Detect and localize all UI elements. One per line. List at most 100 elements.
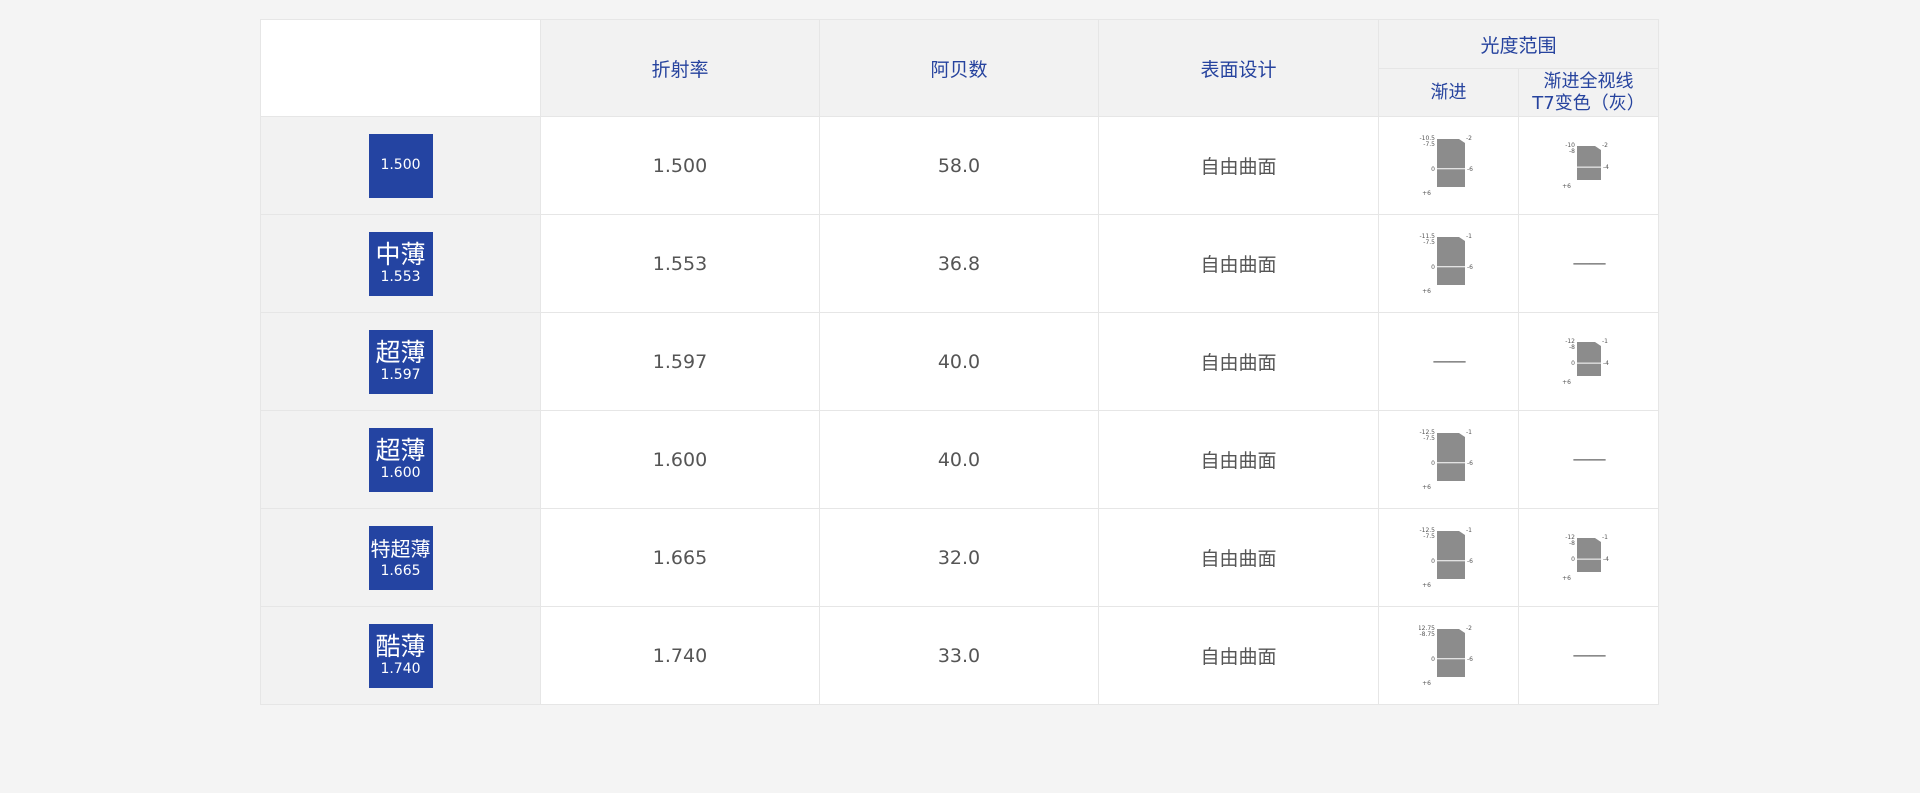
lens-badge-name: 超薄 xyxy=(375,338,426,367)
surface-design-value: 自由曲面 xyxy=(1098,410,1379,509)
range-label-zero: 0 xyxy=(1571,556,1575,563)
header-power-range: 光度范围 xyxy=(1378,19,1659,69)
range-label-right-top: -1 xyxy=(1466,429,1472,436)
header-progressive: 渐进 xyxy=(1378,68,1519,117)
lens-badge: 1.500 xyxy=(368,133,433,198)
surface-design-value: 自由曲面 xyxy=(1098,606,1379,705)
range-label-right-mid: -6 xyxy=(1467,557,1473,564)
lens-label-cell: 酷薄 1.740 xyxy=(260,606,541,705)
range-label-right-top: -1 xyxy=(1602,338,1608,345)
table-row: 特超薄 1.665 1.665 32.0 自由曲面 -12.5 -7.5 0 +… xyxy=(260,508,1659,607)
abbe-number-value: 40.0 xyxy=(819,410,1099,509)
range-label-right-top: -2 xyxy=(1466,135,1472,142)
empty-dash: —— xyxy=(1572,449,1607,470)
table-row: 超薄 1.597 1.597 40.0 自由曲面 —— -12 -8 0 +6 … xyxy=(260,312,1659,411)
table-row: 酷薄 1.740 1.740 33.0 自由曲面 -12.75 -8.75 0 … xyxy=(260,606,1659,705)
abbe-number-value: 40.0 xyxy=(819,312,1099,411)
range-label-right-top: -1 xyxy=(1466,527,1472,534)
header-corner xyxy=(260,19,541,117)
surface-design-value: 自由曲面 xyxy=(1098,116,1379,215)
range-label-right-mid: -6 xyxy=(1467,655,1473,662)
range-label-right-mid: -6 xyxy=(1467,165,1473,172)
empty-dash: —— xyxy=(1572,645,1607,666)
range-label-zero: 0 xyxy=(1431,263,1435,270)
range-label-bottom: +6 xyxy=(1422,680,1431,687)
range-block xyxy=(1436,236,1465,285)
lens-badge: 超薄 1.600 xyxy=(368,427,433,492)
progressive-range-cell: -12.5 -7.5 0 +6 -1 -6 xyxy=(1378,410,1519,509)
range-label-mid: -7.5 xyxy=(1423,533,1435,540)
header-photochromic-line1: 渐进全视线 xyxy=(1543,70,1634,92)
range-label-bottom: +6 xyxy=(1422,484,1431,491)
range-diagram: -11.5 -7.5 0 +6 -1 -6 xyxy=(1419,233,1473,295)
photochromic-range-cell: —— xyxy=(1518,214,1659,313)
photochromic-range-cell: -12 -8 0 +6 -1 -4 xyxy=(1518,508,1659,607)
range-label-right-top: -2 xyxy=(1466,625,1472,632)
range-label-bottom: +6 xyxy=(1562,379,1571,386)
header-surface-design: 表面设计 xyxy=(1098,19,1379,117)
table-row: 中薄 1.553 1.553 36.8 自由曲面 -11.5 -7.5 0 +6… xyxy=(260,214,1659,313)
lens-badge: 中薄 1.553 xyxy=(368,231,433,296)
progressive-range-cell: -11.5 -7.5 0 +6 -1 -6 xyxy=(1378,214,1519,313)
lens-badge-number: 1.553 xyxy=(380,269,421,285)
range-label-right-mid: -6 xyxy=(1467,459,1473,466)
range-block xyxy=(1576,341,1601,376)
progressive-range-cell: -10.5 -7.5 0 +6 -2 -6 xyxy=(1378,116,1519,215)
header-photochromic-line2: T7变色（灰） xyxy=(1532,92,1645,114)
range-label-bottom: +6 xyxy=(1562,575,1571,582)
abbe-number-value: 36.8 xyxy=(819,214,1099,313)
header-abbe-number: 阿贝数 xyxy=(819,19,1099,117)
photochromic-range-cell: —— xyxy=(1518,410,1659,509)
lens-badge-number: 1.500 xyxy=(380,157,421,173)
refractive-index-value: 1.600 xyxy=(540,410,820,509)
refractive-index-value: 1.597 xyxy=(540,312,820,411)
refractive-index-value: 1.665 xyxy=(540,508,820,607)
range-block xyxy=(1436,138,1465,187)
range-diagram: -12 -8 0 +6 -1 -4 xyxy=(1562,338,1609,386)
progressive-range-cell: -12.5 -7.5 0 +6 -1 -6 xyxy=(1378,508,1519,607)
table-row: 超薄 1.600 1.600 40.0 自由曲面 -12.5 -7.5 0 +6… xyxy=(260,410,1659,509)
photochromic-range-cell: -12 -8 0 +6 -1 -4 xyxy=(1518,312,1659,411)
range-label-bottom: +6 xyxy=(1422,288,1431,295)
lens-badge: 特超薄 1.665 xyxy=(368,525,433,590)
empty-dash: —— xyxy=(1432,351,1467,372)
header-photochromic: 渐进全视线 T7变色（灰） xyxy=(1518,68,1659,117)
refractive-index-value: 1.500 xyxy=(540,116,820,215)
range-block xyxy=(1436,628,1465,677)
range-label-mid: -8 xyxy=(1569,148,1575,155)
surface-design-value: 自由曲面 xyxy=(1098,312,1379,411)
range-diagram: -12.75 -8.75 0 +6 -2 -6 xyxy=(1419,625,1473,687)
refractive-index-value: 1.553 xyxy=(540,214,820,313)
range-diagram: -12.5 -7.5 0 +6 -1 -6 xyxy=(1419,429,1473,491)
range-label-right-top: -1 xyxy=(1602,534,1608,541)
empty-dash: —— xyxy=(1572,253,1607,274)
photochromic-range-cell: -10 -8 +6 -2 -4 xyxy=(1518,116,1659,215)
photochromic-range-cell: —— xyxy=(1518,606,1659,705)
lens-spec-table: 折射率 阿贝数 表面设计 光度范围 渐进 渐进全视线 T7变色（灰） 1.500… xyxy=(260,19,1659,705)
range-label-right-top: -2 xyxy=(1602,142,1608,149)
abbe-number-value: 58.0 xyxy=(819,116,1099,215)
range-diagram: -12.5 -7.5 0 +6 -1 -6 xyxy=(1419,527,1473,589)
range-label-zero: 0 xyxy=(1431,557,1435,564)
range-label-mid: -8 xyxy=(1569,540,1575,547)
range-label-bottom: +6 xyxy=(1422,582,1431,589)
range-block xyxy=(1576,145,1601,180)
range-label-mid: -8 xyxy=(1569,344,1575,351)
range-diagram: -12 -8 0 +6 -1 -4 xyxy=(1562,534,1609,582)
lens-badge: 酷薄 1.740 xyxy=(368,623,433,688)
range-label-right-mid: -4 xyxy=(1603,556,1609,563)
lens-badge: 超薄 1.597 xyxy=(368,329,433,394)
lens-label-cell: 中薄 1.553 xyxy=(260,214,541,313)
range-label-mid: -8.75 xyxy=(1419,631,1435,638)
abbe-number-value: 32.0 xyxy=(819,508,1099,607)
lens-badge-name: 酷薄 xyxy=(375,632,426,661)
progressive-range-cell: -12.75 -8.75 0 +6 -2 -6 xyxy=(1378,606,1519,705)
lens-badge-name: 中薄 xyxy=(375,240,426,269)
range-label-zero: 0 xyxy=(1431,655,1435,662)
lens-label-cell: 1.500 xyxy=(260,116,541,215)
range-label-zero: 0 xyxy=(1431,459,1435,466)
range-label-mid: -7.5 xyxy=(1423,435,1435,442)
lens-label-cell: 超薄 1.600 xyxy=(260,410,541,509)
lens-badge-number: 1.740 xyxy=(380,661,421,677)
lens-badge-number: 1.597 xyxy=(380,367,421,383)
